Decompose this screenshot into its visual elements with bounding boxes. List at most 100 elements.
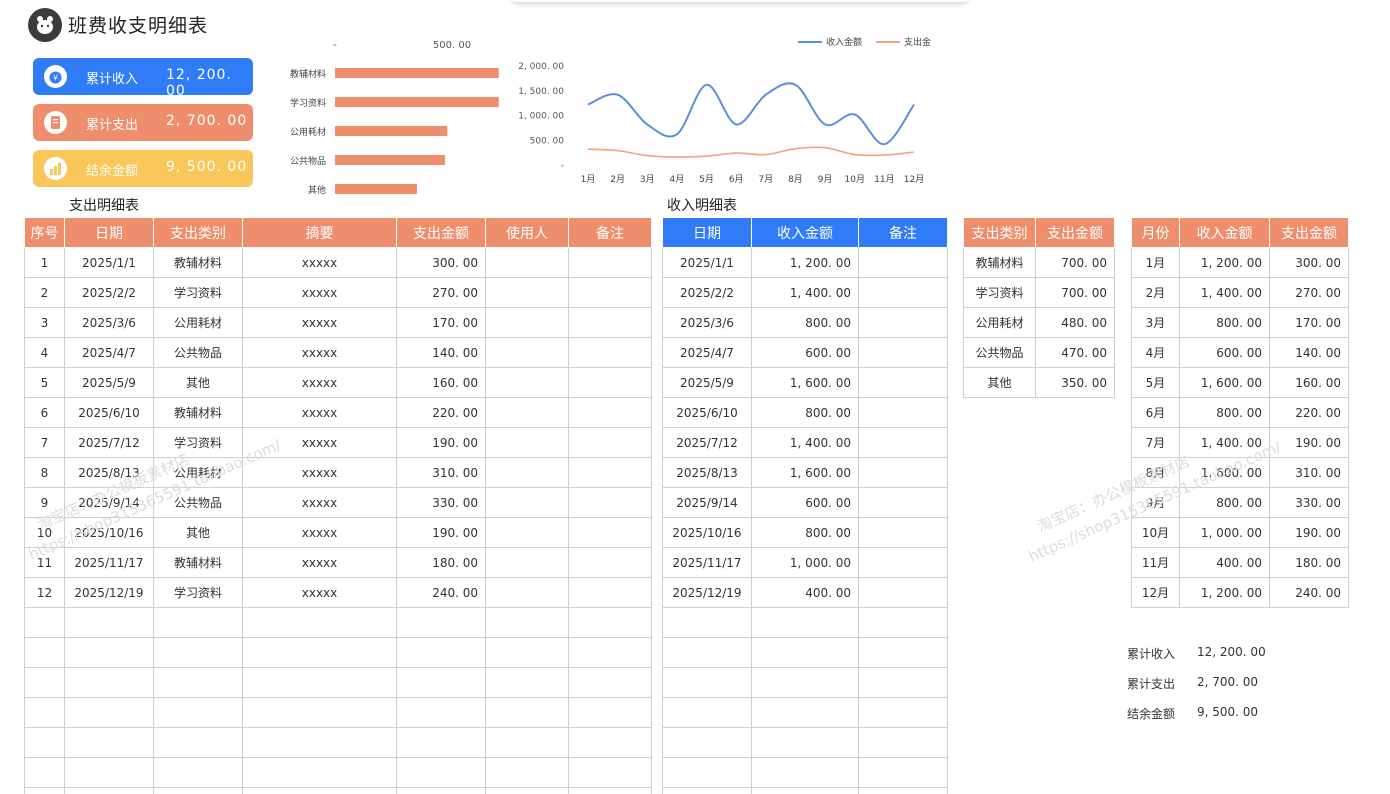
table-cell[interactable]: xxxxx (242, 307, 397, 338)
table-cell[interactable] (153, 787, 243, 794)
table-cell[interactable]: 1, 400. 00 (1179, 427, 1270, 458)
table-cell[interactable] (242, 697, 397, 728)
table-cell[interactable]: 其他 (963, 367, 1036, 398)
table-cell[interactable]: xxxxx (242, 457, 397, 488)
table-cell[interactable] (568, 517, 652, 548)
table-row[interactable]: 2月 1, 400. 00 270. 00 (1131, 277, 1349, 308)
table-cell[interactable] (858, 457, 948, 488)
column-header[interactable]: 摘要 (242, 217, 397, 248)
table-cell[interactable]: 2025/12/19 (662, 577, 752, 608)
table-row[interactable]: 2025/7/12 1, 400. 00 (662, 427, 948, 458)
table-row[interactable]: 2025/9/14 600. 00 (662, 487, 948, 518)
table-cell[interactable] (568, 757, 652, 788)
table-cell[interactable]: 10 (24, 517, 65, 548)
table-cell[interactable] (485, 457, 569, 488)
table-row[interactable]: 学习资料 700. 00 (963, 277, 1115, 308)
table-cell[interactable]: 12月 (1131, 577, 1180, 608)
table-cell[interactable]: 600. 00 (751, 337, 859, 368)
table-cell[interactable]: 190. 00 (1269, 517, 1349, 548)
table-cell[interactable] (24, 667, 65, 698)
table-cell[interactable]: 1, 000. 00 (751, 547, 859, 578)
table-cell[interactable] (568, 787, 652, 794)
table-cell[interactable]: 160. 00 (396, 367, 486, 398)
table-cell[interactable]: 公共物品 (963, 337, 1036, 368)
table-cell[interactable]: 1, 200. 00 (1179, 577, 1270, 608)
table-cell[interactable]: 180. 00 (396, 547, 486, 578)
table-cell[interactable] (662, 607, 752, 638)
table-cell[interactable]: 学习资料 (153, 277, 243, 308)
empty-table-row[interactable] (24, 697, 652, 728)
table-cell[interactable] (858, 397, 948, 428)
table-row[interactable]: 5 2025/5/9 其他 xxxxx 160. 00 (24, 367, 652, 398)
table-cell[interactable]: 480. 00 (1035, 307, 1115, 338)
empty-table-row[interactable] (24, 637, 652, 668)
table-cell[interactable] (568, 637, 652, 668)
table-row[interactable]: 2025/6/10 800. 00 (662, 397, 948, 428)
empty-table-row[interactable] (24, 787, 652, 794)
table-cell[interactable] (858, 697, 948, 728)
table-cell[interactable]: 300. 00 (396, 247, 486, 278)
table-cell[interactable]: 学习资料 (153, 577, 243, 608)
table-cell[interactable] (662, 757, 752, 788)
table-cell[interactable]: 400. 00 (1179, 547, 1270, 578)
table-cell[interactable]: 1, 000. 00 (1179, 517, 1270, 548)
table-cell[interactable] (153, 607, 243, 638)
table-cell[interactable]: 220. 00 (1269, 397, 1349, 428)
table-row[interactable]: 12月 1, 200. 00 240. 00 (1131, 577, 1349, 608)
table-cell[interactable]: 公共物品 (153, 337, 243, 368)
table-cell[interactable]: 1 (24, 247, 65, 278)
column-header[interactable]: 日期 (662, 217, 752, 248)
table-row[interactable]: 9月 800. 00 330. 00 (1131, 487, 1349, 518)
table-cell[interactable] (485, 697, 569, 728)
table-cell[interactable]: 8月 (1131, 457, 1180, 488)
table-cell[interactable]: 4 (24, 337, 65, 368)
table-cell[interactable]: 300. 00 (1269, 247, 1349, 278)
table-cell[interactable]: 公共物品 (153, 487, 243, 518)
column-header[interactable]: 使用人 (485, 217, 569, 248)
table-cell[interactable]: xxxxx (242, 577, 397, 608)
table-cell[interactable]: xxxxx (242, 517, 397, 548)
empty-table-row[interactable] (24, 607, 652, 638)
table-cell[interactable]: 1, 400. 00 (751, 277, 859, 308)
table-cell[interactable] (64, 667, 154, 698)
table-cell[interactable] (153, 727, 243, 758)
table-cell[interactable]: 2025/12/19 (64, 577, 154, 608)
table-cell[interactable] (858, 427, 948, 458)
table-cell[interactable]: 教辅材料 (153, 547, 243, 578)
table-cell[interactable]: 2025/9/14 (64, 487, 154, 518)
table-cell[interactable] (568, 607, 652, 638)
empty-table-row[interactable] (24, 757, 652, 788)
table-cell[interactable]: 其他 (153, 517, 243, 548)
table-cell[interactable] (568, 667, 652, 698)
table-cell[interactable] (153, 757, 243, 788)
table-cell[interactable] (64, 697, 154, 728)
table-cell[interactable]: 2025/11/17 (662, 547, 752, 578)
table-cell[interactable]: 教辅材料 (963, 247, 1036, 278)
table-cell[interactable] (568, 427, 652, 458)
empty-table-row[interactable] (662, 757, 948, 788)
empty-table-row[interactable] (24, 727, 652, 758)
column-header[interactable]: 月份 (1131, 217, 1180, 248)
table-row[interactable]: 10月 1, 000. 00 190. 00 (1131, 517, 1349, 548)
table-cell[interactable]: 2025/10/16 (64, 517, 154, 548)
table-cell[interactable] (242, 607, 397, 638)
table-cell[interactable] (568, 577, 652, 608)
table-cell[interactable] (485, 337, 569, 368)
table-row[interactable]: 公共物品 470. 00 (963, 337, 1115, 368)
table-cell[interactable] (568, 487, 652, 518)
table-cell[interactable]: 10月 (1131, 517, 1180, 548)
column-header[interactable]: 支出类别 (153, 217, 243, 248)
table-cell[interactable]: 2025/4/7 (64, 337, 154, 368)
table-cell[interactable] (858, 487, 948, 518)
table-cell[interactable]: 5 (24, 367, 65, 398)
table-cell[interactable]: 12 (24, 577, 65, 608)
table-cell[interactable] (858, 307, 948, 338)
table-cell[interactable]: 1, 400. 00 (1179, 277, 1270, 308)
table-cell[interactable] (568, 247, 652, 278)
table-cell[interactable]: 2025/3/6 (64, 307, 154, 338)
table-row[interactable]: 2025/12/19 400. 00 (662, 577, 948, 608)
table-cell[interactable]: 1, 200. 00 (751, 247, 859, 278)
table-cell[interactable]: 2025/11/17 (64, 547, 154, 578)
table-cell[interactable] (858, 787, 948, 794)
empty-table-row[interactable] (662, 637, 948, 668)
